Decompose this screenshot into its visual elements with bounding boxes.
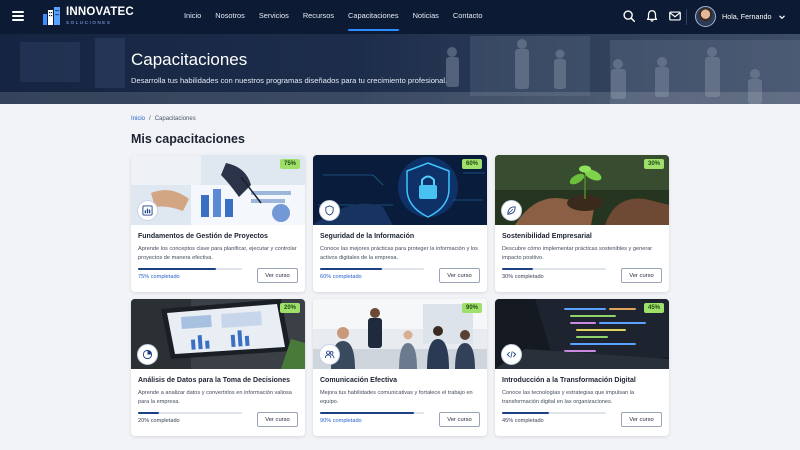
nav-link-inicio[interactable]: Inicio	[184, 0, 208, 34]
progress-badge: 45%	[643, 303, 664, 313]
course-title: Comunicación Efectiva	[320, 377, 398, 384]
bell-icon[interactable]	[645, 9, 659, 23]
progress-badge: 75%	[279, 159, 300, 169]
progress-label: 90% completado	[320, 418, 362, 424]
building-logo-icon	[43, 7, 60, 25]
course-card-gestion-proyectos[interactable]: 75% Fundamentos de Gestión de Proyectos …	[131, 155, 305, 292]
course-title: Análisis de Datos para la Toma de Decisi…	[138, 377, 290, 384]
course-category-badge	[501, 200, 522, 221]
course-description: Conoce las tecnologías y estrategias que…	[502, 390, 635, 405]
view-course-button[interactable]: Ver curso	[621, 412, 662, 427]
brand-name: INNOVATEC	[66, 6, 134, 18]
user-greeting: Hola, Fernando	[722, 12, 772, 21]
view-course-button[interactable]: Ver curso	[257, 412, 298, 427]
view-course-button[interactable]: Ver curso	[439, 412, 480, 427]
pie-chart-icon	[142, 349, 153, 360]
menu-icon[interactable]	[12, 11, 24, 21]
search-icon[interactable]	[622, 9, 636, 23]
course-title: Seguridad de la Información	[320, 233, 415, 240]
course-card-seguridad-informacion[interactable]: 60% Seguridad de la Información Conoce l…	[313, 155, 487, 292]
progress-bar-fill	[502, 412, 549, 414]
progress-bar-fill	[502, 268, 534, 270]
chevron-down-icon[interactable]	[778, 13, 786, 21]
page-subtitle: Desarrolla tus habilidades con nuestros …	[131, 76, 448, 85]
course-description: Conoce las mejores prácticas para proteg…	[320, 246, 478, 261]
page-title: Capacitaciones	[131, 50, 248, 69]
course-card-comunicacion[interactable]: 90% Comunicación Efectiva Mejora tus hab…	[313, 299, 487, 436]
breadcrumb-separator: /	[149, 116, 151, 122]
mail-icon[interactable]	[668, 9, 682, 23]
nav-link-nosotros[interactable]: Nosotros	[208, 0, 252, 34]
brand-tagline: SOLUCIONES	[66, 19, 112, 25]
nav-link-recursos[interactable]: Recursos	[296, 0, 341, 34]
progress-bar-fill	[320, 412, 414, 414]
progress-bar	[502, 268, 606, 270]
course-card-transformacion-digital[interactable]: 45% Introducción a la Transformación Dig…	[495, 299, 669, 436]
nav-link-noticias[interactable]: Noticias	[406, 0, 446, 34]
progress-badge: 60%	[461, 159, 482, 169]
main-nav: Inicio Nosotros Servicios Recursos Capac…	[184, 0, 489, 34]
progress-bar-fill	[320, 268, 383, 270]
course-card-analisis-datos[interactable]: 20% Análisis de Datos para la Toma de De…	[131, 299, 305, 436]
view-course-button[interactable]: Ver curso	[257, 268, 298, 283]
leaf-icon	[507, 206, 516, 215]
view-course-button[interactable]: Ver curso	[439, 268, 480, 283]
code-icon	[506, 351, 517, 358]
office-people-background-image	[0, 34, 800, 104]
users-icon	[324, 350, 335, 359]
chart-icon	[142, 205, 153, 216]
course-description: Aprende los conceptos clave para planifi…	[138, 246, 297, 261]
top-navbar: INNOVATEC SOLUCIONES Inicio Nosotros Ser…	[0, 0, 800, 34]
course-title: Sostenibilidad Empresarial	[502, 233, 592, 240]
progress-badge: 30%	[643, 159, 664, 169]
section-title: Mis capacitaciones	[131, 132, 245, 146]
progress-bar	[502, 412, 606, 414]
hero-banner	[0, 34, 800, 104]
nav-link-capacitaciones[interactable]: Capacitaciones	[341, 0, 406, 34]
course-category-badge	[137, 200, 158, 221]
view-course-button[interactable]: Ver curso	[621, 268, 662, 283]
progress-bar-fill	[138, 268, 216, 270]
progress-label: 60% completado	[320, 274, 362, 280]
nav-divider	[686, 9, 687, 25]
course-description: Mejora tus habilidades comunicativas y f…	[320, 390, 473, 405]
breadcrumb: Inicio / Capacitaciones	[131, 116, 196, 122]
progress-bar	[138, 412, 242, 414]
course-category-badge	[501, 344, 522, 365]
progress-label: 45% completado	[502, 418, 544, 424]
course-category-badge	[319, 200, 340, 221]
progress-bar	[320, 412, 424, 414]
shield-icon	[325, 205, 334, 216]
breadcrumb-current: Capacitaciones	[154, 116, 196, 122]
course-card-sostenibilidad[interactable]: 30% Sostenibilidad Empresarial Descubre …	[495, 155, 669, 292]
course-title: Fundamentos de Gestión de Proyectos	[138, 233, 268, 240]
nav-icon-group	[622, 9, 682, 23]
course-title: Introducción a la Transformación Digital	[502, 377, 636, 384]
progress-badge: 90%	[461, 303, 482, 313]
nav-link-servicios[interactable]: Servicios	[252, 0, 296, 34]
course-category-badge	[137, 344, 158, 365]
user-menu[interactable]: Hola, Fernando	[695, 6, 786, 27]
progress-badge: 20%	[279, 303, 300, 313]
progress-label: 75% completado	[138, 274, 180, 280]
progress-bar	[138, 268, 242, 270]
progress-label: 20% completado	[138, 418, 180, 424]
course-description: Descubre cómo implementar prácticas sost…	[502, 246, 653, 261]
brand-logo[interactable]: INNOVATEC SOLUCIONES	[42, 6, 134, 26]
course-description: Aprende a analizar datos y convertirlos …	[138, 390, 292, 405]
avatar[interactable]	[695, 6, 716, 27]
breadcrumb-home-link[interactable]: Inicio	[131, 116, 145, 122]
course-category-badge	[319, 344, 340, 365]
nav-link-contacto[interactable]: Contacto	[446, 0, 490, 34]
progress-label: 30% completado	[502, 274, 544, 280]
progress-bar-fill	[138, 412, 159, 414]
progress-bar	[320, 268, 424, 270]
